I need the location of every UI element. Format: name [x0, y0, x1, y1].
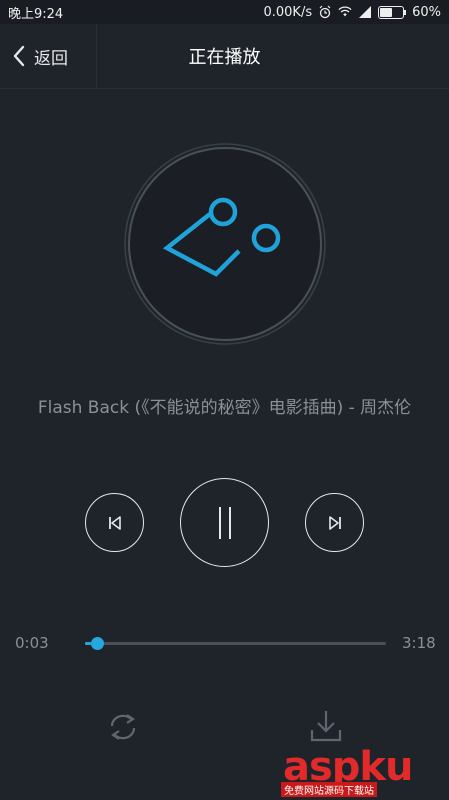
watermark: aspku 免费网站源码下载站	[275, 742, 449, 800]
pause-button[interactable]	[180, 478, 269, 567]
battery-icon	[378, 5, 407, 19]
skip-previous-icon	[108, 515, 121, 530]
status-bar: 晚上9:24 0.00K/s 60%	[0, 0, 449, 24]
battery-percent: 60%	[412, 4, 441, 20]
alarm-icon	[319, 5, 331, 19]
wifi-icon	[338, 6, 352, 17]
repeat-icon[interactable]	[106, 711, 140, 743]
back-button[interactable]: 返回	[12, 24, 68, 88]
elapsed-time: 0:03	[15, 634, 49, 652]
status-time: 晚上9:24	[8, 6, 64, 22]
album-art	[123, 142, 327, 346]
previous-button[interactable]	[85, 493, 144, 552]
total-duration: 3:18	[402, 634, 436, 652]
pause-icon	[218, 506, 231, 539]
watermark-subtitle: 免费网站源码下载站	[281, 782, 377, 797]
back-label: 返回	[34, 48, 68, 69]
progress-thumb[interactable]	[91, 637, 105, 650]
header-divider	[96, 24, 97, 88]
net-speed: 0.00K/s	[263, 4, 313, 20]
signal-icon	[359, 6, 372, 18]
next-button[interactable]	[305, 493, 364, 552]
watermark-brand: aspku	[283, 744, 414, 790]
download-icon[interactable]	[309, 708, 343, 744]
song-title: Flash Back (《不能说的秘密》电影插曲) - 周杰伦	[37, 398, 412, 418]
chevron-left-icon	[13, 45, 25, 67]
top-bar: 正在播放 返回	[0, 24, 449, 89]
status-right: 0.00K/s 60%	[263, 5, 441, 20]
progress-track[interactable]	[85, 642, 386, 645]
skip-next-icon	[328, 515, 341, 530]
